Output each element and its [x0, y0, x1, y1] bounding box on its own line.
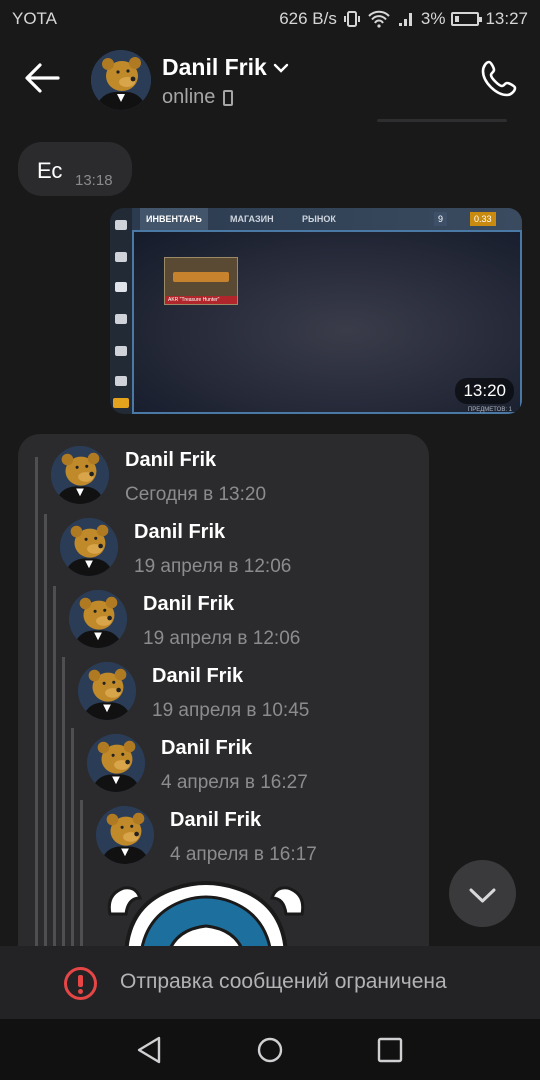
avatar: [78, 662, 136, 720]
sender-time: 19 апреля в 10:45: [152, 700, 310, 721]
avatar: [87, 734, 145, 792]
rifle-icon: [173, 272, 229, 282]
game-tabbar: ИНВЕНТАРЬ МАГАЗИН РЫНОК 9 0.33: [132, 208, 522, 230]
sender-time: 19 апреля в 12:06: [143, 628, 301, 649]
forwarded-header[interactable]: Danil Frik 19 апреля в 12:06: [69, 590, 300, 650]
sender-name: Danil Frik: [143, 593, 235, 615]
game-footer: ПРЕДМЕТОВ: 1: [467, 407, 512, 413]
contact-name[interactable]: Danil Frik: [162, 54, 289, 81]
quote-line: [44, 514, 47, 954]
status-bar: YOTA 626 B/s 3% 13:27: [0, 0, 540, 36]
chevron-down-icon[interactable]: [273, 63, 289, 73]
message-restriction-bar: Отправка сообщений ограничена: [0, 946, 540, 1019]
wifi-icon: [368, 10, 390, 28]
photo-time: 13:20: [455, 378, 514, 404]
bear-avatar-image: [91, 50, 151, 110]
battery-icon: [451, 12, 483, 26]
forwarded-header[interactable]: Danil Frik 4 апреля в 16:17: [96, 806, 317, 866]
quote-line: [62, 657, 65, 954]
message-time: 13:18: [75, 172, 113, 189]
sender-time: Сегодня в 13:20: [125, 484, 267, 505]
forwarded-header[interactable]: Danil Frik 19 апреля в 10:45: [78, 662, 309, 722]
sender-name: Danil Frik: [161, 737, 253, 759]
alert-icon: [64, 967, 97, 1000]
sticker-image[interactable]: [106, 874, 306, 954]
clock: 13:27: [485, 9, 528, 28]
game-tab-shop: МАГАЗИН: [230, 214, 274, 224]
game-item-card: AKR "Treasure Hunter": [164, 257, 238, 305]
scroll-down-button[interactable]: [449, 860, 516, 927]
avatar: [51, 446, 109, 504]
network-speed: 626 B/s: [279, 9, 337, 28]
avatar: [60, 518, 118, 576]
system-nav-bar: [0, 1019, 540, 1080]
contact-status: online: [162, 86, 234, 109]
sender-time: 4 апреля в 16:27: [161, 772, 308, 793]
game-item-label: AKR "Treasure Hunter": [165, 296, 237, 304]
vibrate-icon: [343, 11, 360, 27]
forwarded-messages[interactable]: Danil Frik Сегодня в 13:20 Danil Frik 19…: [18, 434, 429, 954]
quote-line: [80, 800, 83, 954]
message-bubble[interactable]: Ес 13:18: [18, 142, 132, 196]
mobile-device-icon: [223, 89, 234, 106]
game-tab-market: РЫНОК: [302, 214, 336, 224]
avatar[interactable]: [91, 50, 151, 110]
arrow-left-icon[interactable]: [22, 60, 62, 96]
sender-name: Danil Frik: [170, 809, 262, 831]
forwarded-header[interactable]: Danil Frik 4 апреля в 16:27: [87, 734, 308, 794]
game-currency-1: 9: [434, 212, 448, 226]
sender-name: Danil Frik: [134, 521, 226, 543]
forwarded-header[interactable]: Danil Frik 19 апреля в 12:06: [60, 518, 291, 578]
signal-icon: [398, 13, 412, 26]
quote-line: [53, 586, 56, 954]
avatar: [96, 806, 154, 864]
chevron-down-icon: [469, 888, 496, 903]
game-tab-inventory: ИНВЕНТАРЬ: [140, 208, 208, 230]
game-sidebar: [110, 208, 132, 414]
sender-name: Danil Frik: [152, 665, 244, 687]
carrier-name: YOTA: [12, 9, 58, 28]
game-currency-2: 0.33: [470, 212, 496, 226]
avatar: [69, 590, 127, 648]
divider: [377, 119, 507, 122]
quote-line: [71, 728, 74, 954]
phone-icon[interactable]: [480, 58, 520, 98]
restriction-text: Отправка сообщений ограничена: [120, 970, 447, 993]
quote-line: [35, 457, 38, 954]
battery-percent: 3%: [420, 9, 446, 28]
message-text: Ес: [37, 158, 63, 183]
nav-back-icon[interactable]: [133, 1033, 167, 1067]
sender-time: 4 апреля в 16:17: [170, 844, 317, 865]
nav-home-icon[interactable]: [253, 1033, 287, 1067]
sender-name: Danil Frik: [125, 449, 217, 471]
forwarded-header[interactable]: Danil Frik Сегодня в 13:20: [51, 446, 266, 506]
photo-attachment[interactable]: ИНВЕНТАРЬ МАГАЗИН РЫНОК 9 0.33 AKR "Trea…: [110, 208, 522, 414]
chat-header: Danil Frik online: [0, 36, 540, 128]
sender-time: 19 апреля в 12:06: [134, 556, 292, 577]
nav-recents-icon[interactable]: [373, 1033, 407, 1067]
